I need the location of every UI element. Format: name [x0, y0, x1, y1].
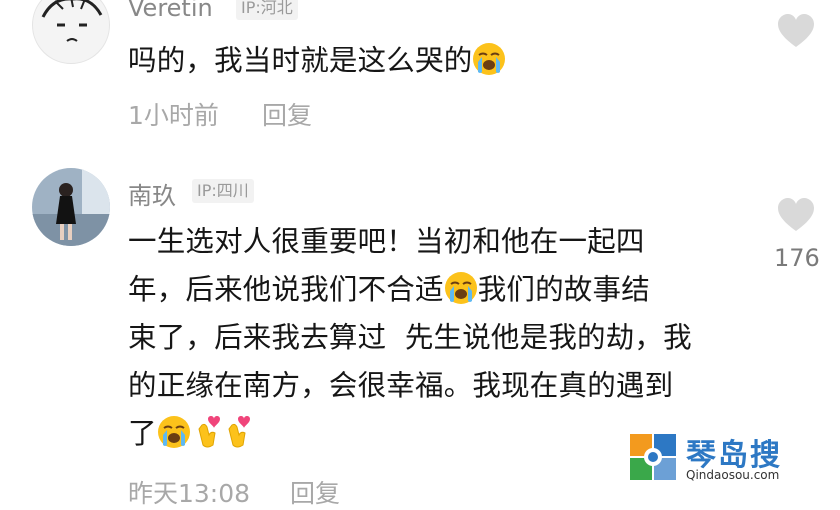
comment-text-segment: 我们的故事结	[477, 273, 650, 306]
comment-username[interactable]: Veretin	[128, 0, 213, 22]
reply-button[interactable]: 回复	[290, 474, 340, 510]
comment-timestamp: 1小时前	[128, 101, 219, 130]
loudly-crying-face-emoji-icon	[443, 271, 478, 305]
comment-text-line: 一生选对人很重要吧！当初和他在一起四	[128, 225, 645, 258]
avatar-nanjiu[interactable]	[32, 168, 110, 246]
heart-icon[interactable]	[776, 196, 816, 233]
avatar-veretin[interactable]	[32, 0, 110, 64]
watermark-url: Qindaosou.com	[686, 468, 780, 482]
comment-text-line: 的正缘在南方，会很幸福。我现在真的遇到	[128, 369, 674, 402]
comment-text: 吗的，我当时就是这么哭的	[128, 37, 507, 85]
loudly-crying-face-emoji-icon	[156, 415, 191, 449]
comment-text-segment: 年，后来他说我们不合适	[128, 273, 444, 306]
comment-timestamp: 昨天13:08	[128, 479, 251, 508]
heart-icon[interactable]	[776, 12, 816, 49]
ip-location-tag: IP:河北	[236, 0, 298, 20]
reply-button[interactable]: 回复	[262, 96, 312, 132]
loudly-crying-face-emoji-icon	[472, 42, 507, 76]
finger-heart-emoji-icon	[228, 415, 251, 448]
ip-location-tag: IP:四川	[192, 179, 254, 203]
comment-text-body: 吗的，我当时就是这么哭的	[128, 44, 473, 77]
cartoon-face-avatar-icon	[41, 0, 103, 42]
comment-username[interactable]: 南玖	[128, 176, 176, 211]
photo-avatar-icon	[32, 168, 110, 246]
watermark-logo-icon	[630, 434, 676, 480]
watermark: 琴岛搜 Qindaosou.com	[628, 428, 828, 488]
like-count: 176	[774, 244, 820, 272]
comment-text-line: 束了，后来我去算过 先生说他是我的劫，我	[128, 321, 692, 354]
comment-text-segment: 了	[128, 417, 157, 450]
comment-text-line: 年，后来他说我们不合适 我们的故事结	[128, 266, 650, 314]
comment-text-line: 了	[128, 410, 251, 458]
finger-heart-emoji-icon	[198, 415, 221, 448]
